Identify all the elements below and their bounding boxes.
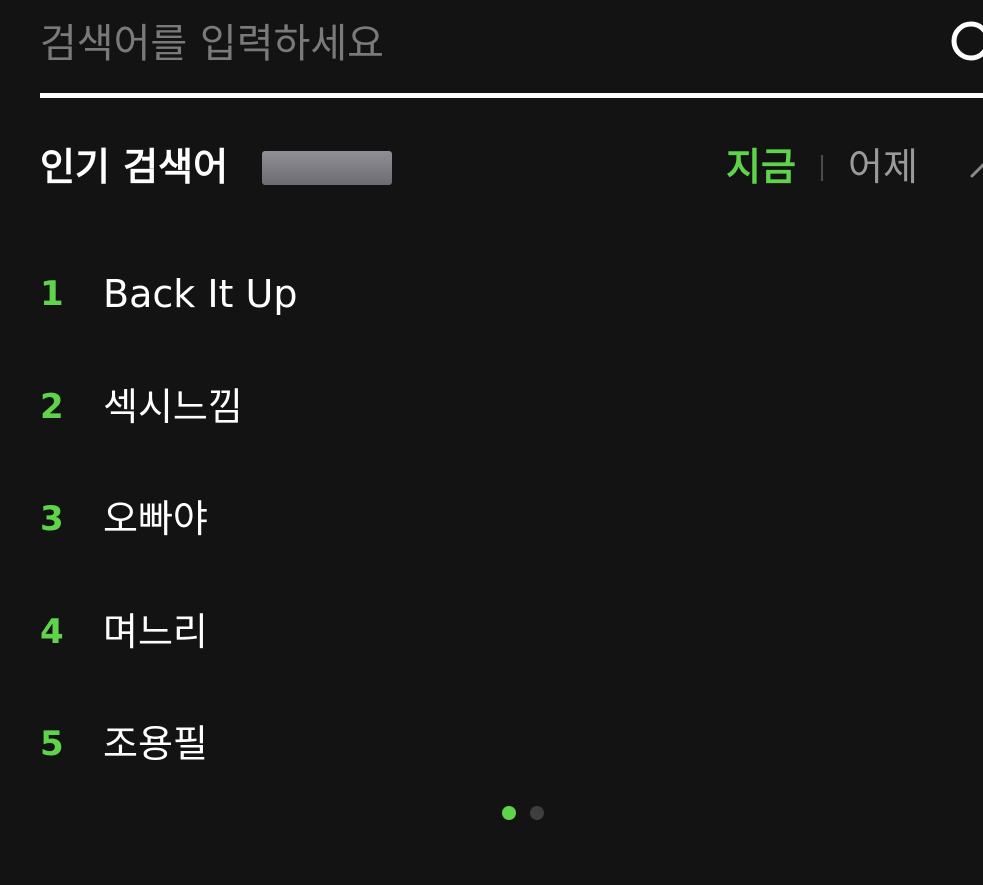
tab-divider — [821, 155, 823, 181]
keyword-text: 섹시느낌 — [103, 384, 243, 429]
rank-number: 5 — [40, 724, 64, 764]
popular-title: 인기 검색어 — [40, 145, 229, 189]
rank-number: 3 — [40, 499, 64, 539]
keyword-text: 오빠야 — [103, 497, 208, 541]
chevron-up-icon[interactable] — [968, 152, 983, 182]
keyword-item-5[interactable]: 5 조용필 — [40, 688, 940, 801]
popular-keyword-list: 1 Back It Up 2 섹시느낌 3 오빠야 4 며느리 5 조용필 — [40, 238, 940, 801]
rank-number: 2 — [40, 386, 64, 427]
page-dot-active[interactable] — [502, 806, 516, 820]
page-indicator — [502, 806, 562, 822]
keyword-item-2[interactable]: 2 섹시느낌 — [40, 351, 940, 464]
tab-yesterday[interactable]: 어제 — [848, 138, 918, 196]
keyword-text: 조용필 — [103, 722, 208, 766]
search-bar — [40, 0, 983, 100]
tab-now[interactable]: 지금 — [726, 138, 796, 196]
keyword-text: Back It Up — [103, 272, 298, 316]
popular-header: 인기 검색어 지금 어제 — [40, 138, 983, 198]
keyword-item-3[interactable]: 3 오빠야 — [40, 463, 940, 576]
keyword-text: 며느리 — [103, 609, 208, 654]
search-page: 인기 검색어 지금 어제 1 Back It Up 2 섹시느낌 3 오빠야 4… — [0, 0, 983, 885]
page-dot-inactive[interactable] — [530, 806, 544, 820]
rank-number: 4 — [40, 611, 64, 652]
rank-number: 1 — [40, 274, 64, 314]
search-underline — [40, 93, 983, 98]
search-input[interactable] — [40, 14, 920, 74]
keyword-item-1[interactable]: 1 Back It Up — [40, 238, 940, 351]
search-icon[interactable] — [946, 16, 983, 66]
keyword-item-4[interactable]: 4 며느리 — [40, 576, 940, 689]
redacted-timestamp — [262, 151, 392, 185]
